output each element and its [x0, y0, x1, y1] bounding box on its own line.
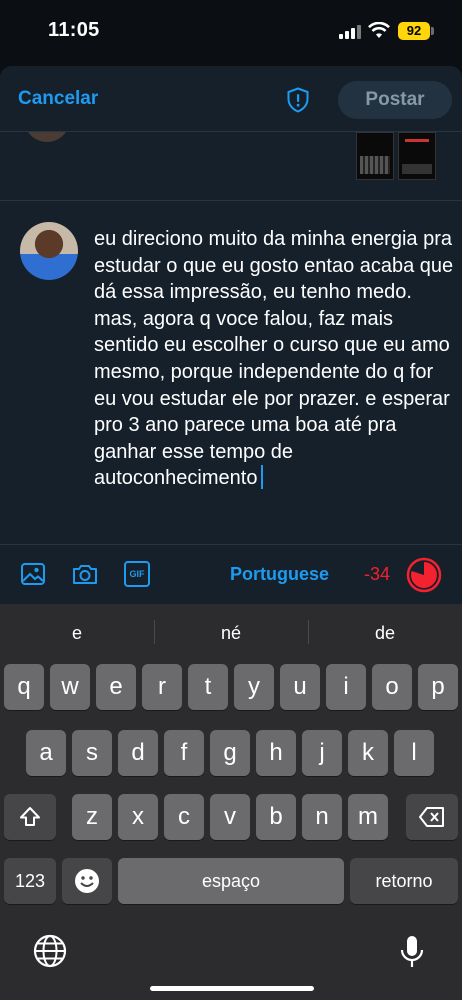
character-count: -34	[364, 564, 391, 584]
suggestion-item[interactable]: de	[308, 623, 462, 644]
text-cursor	[261, 465, 264, 490]
camera-icon[interactable]	[72, 561, 98, 587]
tweet-text: eu direciono muito da minha energia pra …	[94, 228, 454, 490]
key-f[interactable]: f	[164, 730, 204, 776]
cancel-button[interactable]: Cancelar	[18, 88, 98, 110]
language-selector[interactable]: Portuguese	[230, 564, 329, 585]
key-m[interactable]: m	[348, 794, 388, 840]
suggestion-bar: e né de	[0, 604, 462, 658]
battery-tip	[431, 27, 434, 35]
backspace-key[interactable]	[406, 794, 458, 840]
previous-tweet-image[interactable]	[398, 132, 436, 180]
key-u[interactable]: u	[280, 664, 320, 710]
key-w[interactable]: w	[50, 664, 90, 710]
emoji-key[interactable]	[62, 858, 112, 904]
key-d[interactable]: d	[118, 730, 158, 776]
backspace-icon	[419, 807, 444, 827]
key-a[interactable]: a	[26, 730, 66, 776]
key-x[interactable]: x	[118, 794, 158, 840]
key-z[interactable]: z	[72, 794, 112, 840]
globe-icon[interactable]	[33, 934, 67, 968]
key-i[interactable]: i	[326, 664, 366, 710]
key-r[interactable]: r	[142, 664, 182, 710]
key-n[interactable]: n	[302, 794, 342, 840]
shift-icon	[20, 807, 40, 826]
compose-toolbar: GIF Portuguese -34	[0, 544, 462, 606]
compose-sheet: Cancelar Postar eu direciono muito da mi…	[0, 66, 462, 606]
image-icon[interactable]	[20, 561, 46, 587]
numbers-key[interactable]: 123	[4, 858, 56, 904]
avatar	[20, 222, 78, 280]
progress-ring-icon	[406, 557, 442, 593]
emoji-icon	[75, 869, 99, 893]
key-c[interactable]: c	[164, 794, 204, 840]
key-v[interactable]: v	[210, 794, 250, 840]
key-t[interactable]: t	[188, 664, 228, 710]
compose-header: Cancelar Postar	[0, 66, 462, 132]
post-button[interactable]: Postar	[338, 81, 452, 119]
key-k[interactable]: k	[348, 730, 388, 776]
shift-key[interactable]	[4, 794, 56, 840]
key-p[interactable]: p	[418, 664, 458, 710]
key-j[interactable]: j	[302, 730, 342, 776]
previous-tweet-image[interactable]	[356, 132, 394, 180]
key-o[interactable]: o	[372, 664, 412, 710]
status-time: 11:05	[48, 19, 100, 41]
key-e[interactable]: e	[96, 664, 136, 710]
key-s[interactable]: s	[72, 730, 112, 776]
key-l[interactable]: l	[394, 730, 434, 776]
key-g[interactable]: g	[210, 730, 250, 776]
key-q[interactable]: q	[4, 664, 44, 710]
space-key[interactable]: espaço	[118, 858, 344, 904]
keyboard: e né de q w e r t y u i o p a s d f g h …	[0, 604, 462, 1000]
microphone-icon[interactable]	[398, 934, 426, 970]
key-b[interactable]: b	[256, 794, 296, 840]
return-key[interactable]: retorno	[350, 858, 458, 904]
shield-icon[interactable]	[286, 87, 310, 113]
key-y[interactable]: y	[234, 664, 274, 710]
key-h[interactable]: h	[256, 730, 296, 776]
suggestion-item[interactable]: né	[154, 623, 308, 644]
wifi-icon	[368, 22, 390, 38]
battery-indicator: 92	[398, 22, 430, 40]
home-indicator	[150, 986, 314, 991]
signal-icon	[339, 25, 361, 39]
status-bar: 11:05 92	[0, 0, 462, 62]
thread-divider	[0, 200, 462, 201]
gif-icon[interactable]: GIF	[124, 561, 150, 587]
suggestion-item[interactable]: e	[0, 623, 154, 644]
tweet-text-field[interactable]: eu direciono muito da minha energia pra …	[94, 226, 454, 492]
